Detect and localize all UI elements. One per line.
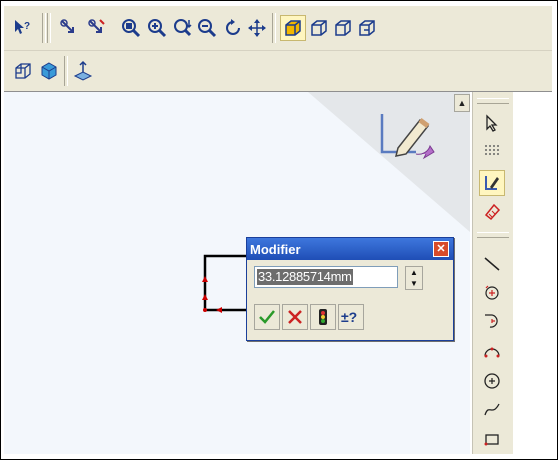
sketch-corner-icon[interactable] — [376, 110, 440, 172]
grid-icon[interactable] — [479, 138, 505, 164]
view-wire-icon[interactable] — [10, 58, 36, 84]
svg-text:±?: ±? — [341, 309, 357, 325]
rotate-icon[interactable] — [220, 15, 246, 41]
zoom-in-icon[interactable] — [144, 15, 170, 41]
plane-icon[interactable] — [70, 58, 96, 84]
view-toolbar: ? — [4, 6, 552, 51]
scroll-up-button[interactable]: ▲ — [454, 94, 470, 112]
multi-select-icon[interactable] — [84, 15, 110, 41]
rectangle-icon[interactable] — [479, 426, 505, 452]
cancel-button[interactable] — [282, 304, 308, 330]
tangent-arc-icon[interactable] — [479, 308, 505, 334]
zoom-fit-icon[interactable] — [118, 15, 144, 41]
checkmark-icon — [259, 310, 275, 324]
sketch-toolbar — [472, 92, 513, 454]
line-icon[interactable] — [479, 250, 505, 276]
view-iso-icon[interactable] — [280, 15, 306, 41]
spin-up-icon[interactable]: ▲ — [406, 267, 422, 278]
toolbar-separator — [272, 13, 276, 43]
ok-button[interactable] — [254, 304, 280, 330]
sketch-icon[interactable] — [479, 170, 505, 196]
traffic-light-icon — [319, 309, 327, 325]
spline-icon[interactable] — [479, 396, 505, 422]
smart-dimension-icon[interactable] — [479, 198, 505, 224]
view-front-icon[interactable] — [306, 15, 332, 41]
toolbar-grip[interactable] — [477, 98, 509, 104]
endpoint-marker — [202, 276, 208, 282]
close-button[interactable]: ✕ — [433, 241, 449, 257]
endpoint-marker — [216, 307, 222, 313]
dimension-value: 33.12885714mm — [257, 269, 353, 285]
shaded-icon[interactable] — [36, 58, 62, 84]
endpoint-marker — [203, 308, 207, 312]
whats-this-icon[interactable]: ? — [10, 15, 36, 41]
zoom-area-icon[interactable] — [170, 15, 196, 41]
modifier-titlebar[interactable]: Modifier — [247, 238, 453, 260]
rebuild-button[interactable] — [310, 304, 336, 330]
select-arrow-icon[interactable] — [479, 110, 505, 136]
pan-icon[interactable] — [244, 15, 270, 41]
zoom-out-icon[interactable] — [194, 15, 220, 41]
circle-icon[interactable] — [479, 368, 505, 394]
view-right-icon[interactable] — [330, 15, 356, 41]
select-icon[interactable] — [56, 15, 82, 41]
view-toolbar-row2 — [4, 51, 552, 92]
plus-minus-question-icon: ±? — [341, 309, 357, 325]
modifier-title: Modifier — [250, 241, 301, 257]
toolbar-separator — [42, 13, 46, 43]
reverse-sense-button[interactable]: ±? — [338, 304, 364, 330]
value-spinner[interactable]: ▲ ▼ — [405, 266, 423, 290]
x-icon — [288, 310, 302, 324]
spin-down-icon[interactable]: ▼ — [406, 278, 422, 289]
toolbar-separator — [64, 56, 68, 86]
svg-text:?: ? — [24, 21, 30, 32]
threepoint-arc-icon[interactable] — [479, 338, 505, 364]
modifier-dialog: Modifier ✕ 33.12885714mm ▲ ▼ ±? — [246, 237, 454, 341]
view-top-icon[interactable] — [354, 15, 380, 41]
toolbar-grip[interactable] — [477, 232, 509, 238]
endpoint-marker — [202, 294, 208, 300]
center-rectangle-icon[interactable] — [479, 280, 505, 306]
toolbar-separator — [47, 13, 51, 43]
dimension-value-input[interactable]: 33.12885714mm — [254, 266, 398, 288]
